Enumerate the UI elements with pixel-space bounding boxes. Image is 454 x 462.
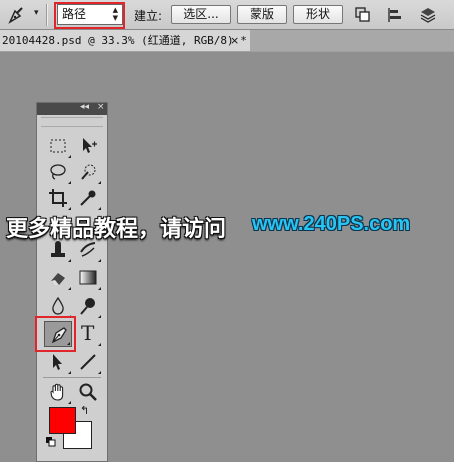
panel-grip[interactable] <box>41 117 103 127</box>
move-tool[interactable] <box>74 133 102 159</box>
shape-button[interactable]: 形状 <box>293 5 343 24</box>
selection-button[interactable]: 选区... <box>171 5 231 24</box>
watermark: 更多精品教程，请访问 www.240PS.com <box>0 211 454 247</box>
divider <box>46 4 48 26</box>
path-operations-icon[interactable] <box>354 6 372 24</box>
path-selection-tool[interactable] <box>44 349 72 375</box>
pen-tool-preset-icon[interactable] <box>6 5 28 25</box>
tab-strip <box>250 30 454 52</box>
lasso-tool[interactable] <box>44 159 72 185</box>
create-label: 建立: <box>134 9 163 23</box>
path-arrangement-icon[interactable] <box>419 6 437 24</box>
foreground-color-swatch[interactable] <box>49 407 76 434</box>
document-tab[interactable]: 20104428.psd @ 33.3% (红通道, RGB/8) * × <box>0 30 250 52</box>
watermark-text: 更多精品教程，请访问 <box>6 217 227 242</box>
rectangular-marquee-tool[interactable] <box>44 133 72 159</box>
mask-button[interactable]: 蒙版 <box>237 5 287 24</box>
pen-tool-highlight <box>35 316 76 352</box>
tools-panel-header[interactable]: ◂◂ × <box>37 102 107 115</box>
type-tool-icon: T <box>81 321 95 345</box>
zoom-tool[interactable] <box>74 379 102 405</box>
close-panel-icon[interactable]: × <box>97 102 105 112</box>
document-tab-title: 20104428.psd @ 33.3% (红通道, RGB/8) * <box>2 34 247 47</box>
watermark-url: www.240PS.com <box>252 213 411 235</box>
collapse-panel-icon[interactable]: ◂◂ <box>80 102 89 112</box>
eraser-tool[interactable] <box>44 265 72 291</box>
dodge-tool[interactable] <box>74 293 102 319</box>
swap-colors-icon[interactable]: ↰ <box>80 404 89 417</box>
options-bar: ▾ 路径 ▲ ▼ 建立: 选区... 蒙版 形状 <box>0 0 454 30</box>
line-tool[interactable] <box>74 349 102 375</box>
default-colors-icon[interactable] <box>46 436 56 447</box>
eyedropper-tool[interactable] <box>74 185 102 211</box>
type-tool[interactable]: T <box>74 321 102 347</box>
path-alignment-icon[interactable] <box>386 6 404 24</box>
divider <box>43 377 101 378</box>
crop-tool[interactable] <box>44 185 72 211</box>
tool-preset-caret-icon[interactable]: ▾ <box>34 8 39 18</box>
mode-select-highlight <box>54 2 125 29</box>
gradient-tool[interactable] <box>74 265 102 291</box>
close-document-icon[interactable]: × <box>230 30 239 51</box>
quick-selection-tool[interactable] <box>74 159 102 185</box>
hand-tool[interactable] <box>44 379 72 405</box>
